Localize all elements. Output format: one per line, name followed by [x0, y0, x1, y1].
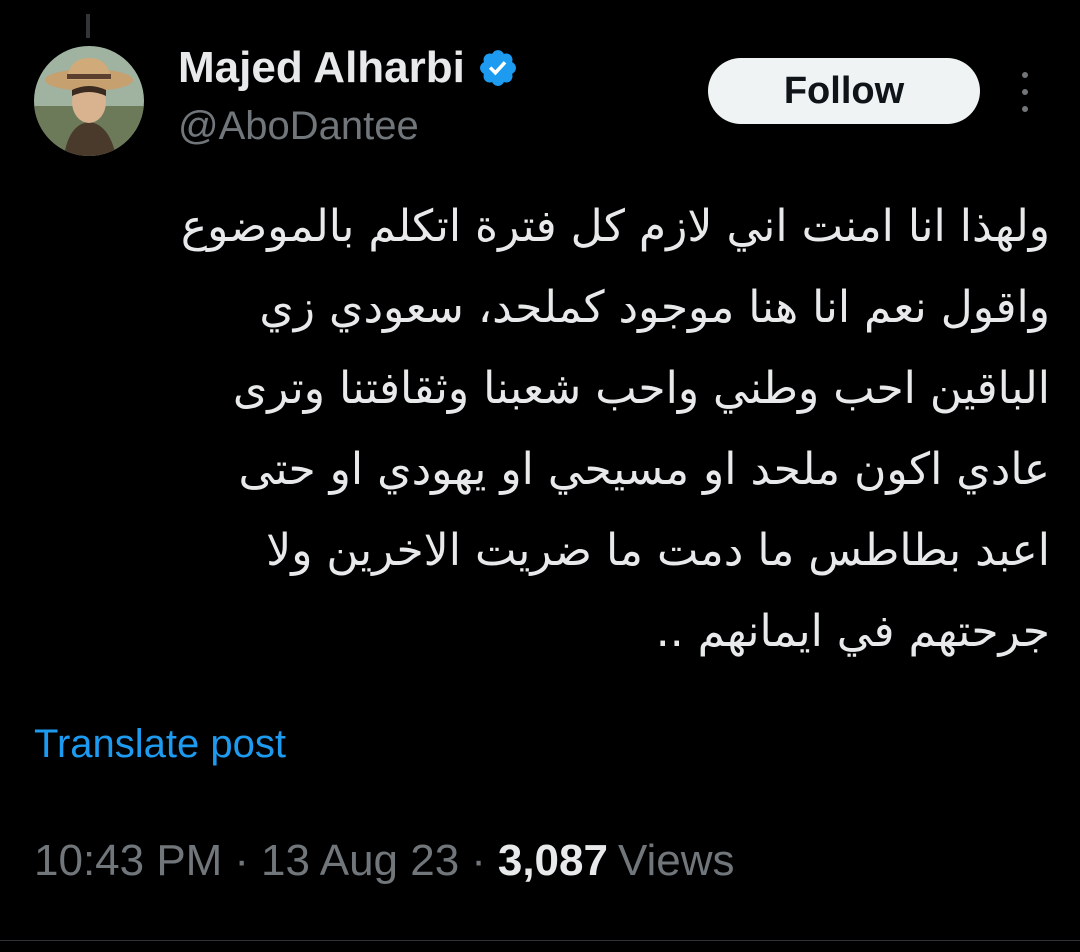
tweet-date[interactable]: 13 Aug 23	[261, 836, 459, 886]
tweet-line: ولهذا انا امنت اني لازم كل فترة اتكلم با…	[180, 201, 1050, 252]
divider	[0, 940, 1080, 941]
meta-separator: ·	[471, 836, 486, 885]
tweet-line: الباقين احب وطني واحب شعبنا وثقافتنا وتر…	[232, 363, 1050, 414]
more-dot	[1022, 72, 1028, 78]
author-display-name[interactable]: Majed Alharbi	[178, 43, 465, 93]
author-handle[interactable]: @AboDantee	[178, 104, 419, 149]
tweet-meta: 10:43 PM · 13 Aug 23 · 3,087 Views	[34, 836, 735, 886]
verified-badge-icon[interactable]	[477, 47, 519, 89]
thread-connector-line	[86, 14, 90, 38]
follow-button[interactable]: Follow	[708, 58, 980, 124]
profile-photo-icon	[34, 46, 144, 156]
tweet-line: جرحتهم في ايمانهم ..	[655, 606, 1050, 657]
more-dot	[1022, 106, 1028, 112]
tweet-line: اعبد بطاطس ما دمت ما ضريت الاخرين ولا	[266, 525, 1050, 576]
more-dot	[1022, 89, 1028, 95]
tweet-time[interactable]: 10:43 PM	[34, 836, 222, 886]
translate-post-link[interactable]: Translate post	[34, 722, 286, 767]
tweet-text: ولهذا انا امنت اني لازم كل فترة اتكلم با…	[40, 186, 1050, 672]
views-count[interactable]: 3,087	[498, 836, 608, 886]
views-label[interactable]: Views	[618, 836, 735, 886]
more-vertical-icon[interactable]	[1010, 72, 1040, 112]
avatar[interactable]	[34, 46, 144, 156]
author-name-row[interactable]: Majed Alharbi	[178, 40, 519, 96]
meta-separator: ·	[234, 836, 249, 885]
tweet-line: عادي اكون ملحد او مسيحي او يهودي او حتى	[238, 444, 1050, 495]
tweet-line: واقول نعم انا هنا موجود كملحد، سعودي زي	[259, 282, 1050, 333]
